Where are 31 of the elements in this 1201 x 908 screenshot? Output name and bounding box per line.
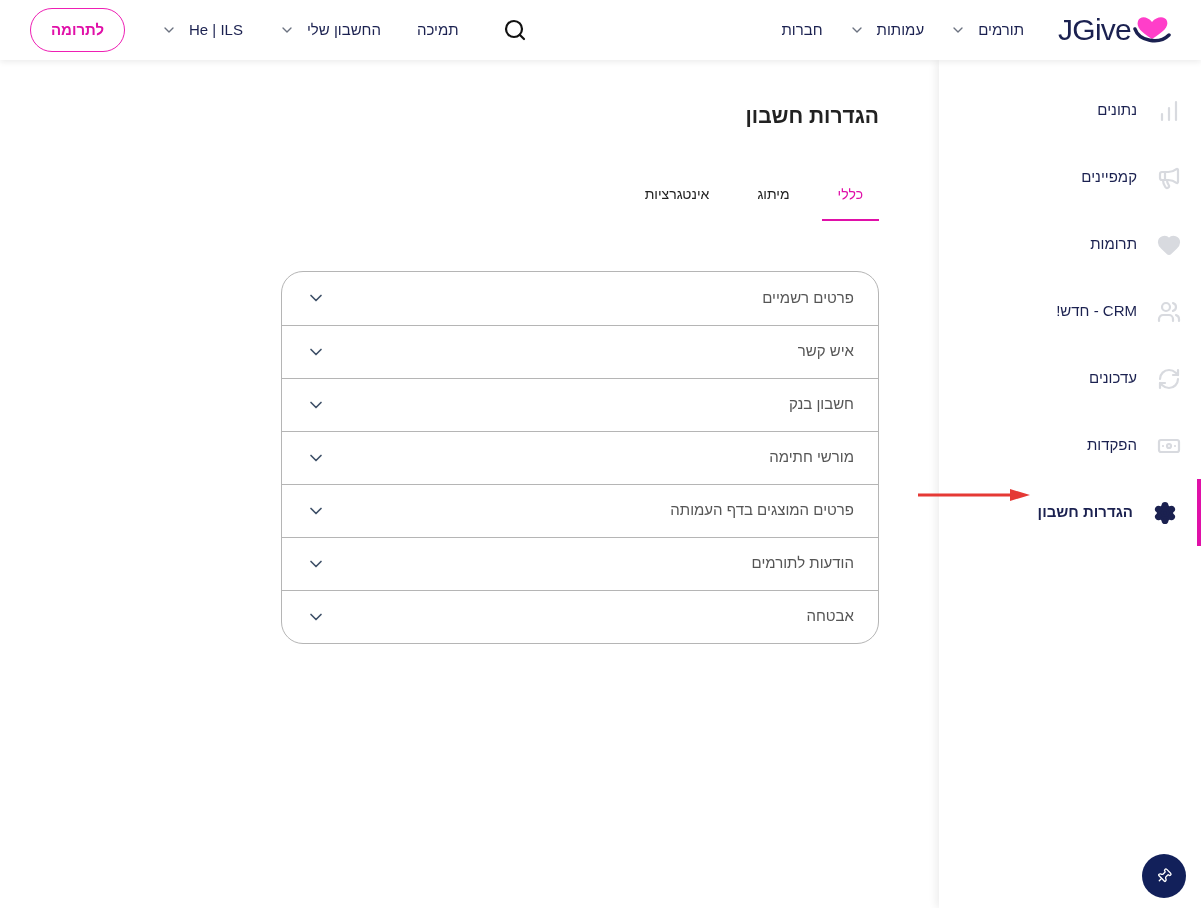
users-icon: [1157, 299, 1181, 324]
tab[interactable]: אינטגרציות: [628, 183, 726, 221]
pin-button[interactable]: [1142, 854, 1186, 898]
search-icon[interactable]: [502, 18, 527, 42]
tab[interactable]: מיתוג: [741, 183, 806, 221]
accordion-item[interactable]: חשבון בנק: [282, 377, 878, 431]
logo[interactable]: JGive: [1058, 15, 1171, 45]
nav-link[interactable]: He | ILS: [161, 18, 243, 42]
heart-hand-icon: [1133, 15, 1171, 45]
nav-link[interactable]: חברות: [781, 18, 823, 42]
nav-link[interactable]: עמותות: [848, 18, 925, 42]
nav-link[interactable]: תמיכה: [417, 18, 459, 42]
accordion-item[interactable]: פרטים רשמיים: [282, 271, 878, 325]
accordion-item[interactable]: מורשי חתימה: [282, 430, 878, 484]
accordion-item[interactable]: אבטחה: [282, 589, 878, 643]
page-title: הגדרות חשבון: [744, 103, 879, 129]
megaphone-icon: [1157, 165, 1181, 190]
sidebar-item[interactable]: נתונים: [939, 77, 1201, 144]
sidebar-item[interactable]: קמפיינים: [939, 144, 1201, 211]
accordion-item[interactable]: הודעות לתורמים: [282, 536, 878, 590]
tab[interactable]: כללי: [821, 183, 879, 221]
nav-link[interactable]: תורמים: [950, 18, 1025, 42]
sidebar-item[interactable]: CRM - חדש!: [939, 278, 1201, 345]
accordion-item[interactable]: פרטים המוצגים בדף העמותה: [282, 483, 878, 537]
nav-link[interactable]: החשבון שלי: [278, 18, 381, 42]
refresh-icon: [1157, 366, 1181, 391]
sidebar-item[interactable]: תרומות: [939, 211, 1201, 278]
accordion-item[interactable]: איש קשר: [282, 324, 878, 378]
settings-icon: [1153, 500, 1177, 525]
sidebar-item[interactable]: עדכונים: [939, 345, 1201, 412]
sidebar-item[interactable]: הפקדות: [939, 412, 1201, 479]
